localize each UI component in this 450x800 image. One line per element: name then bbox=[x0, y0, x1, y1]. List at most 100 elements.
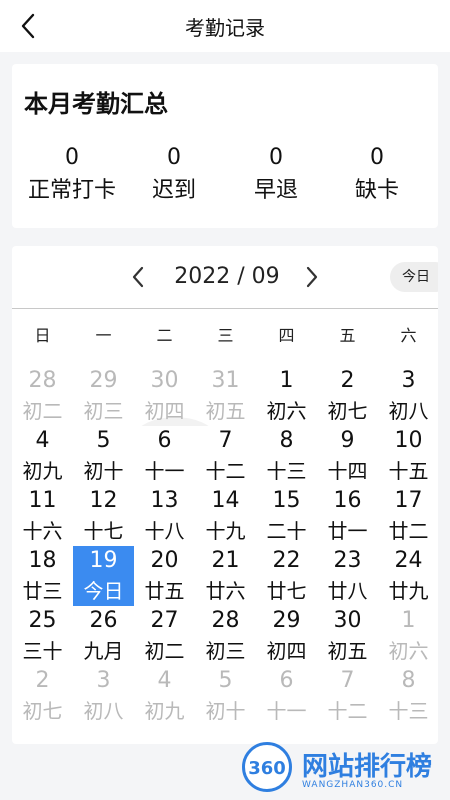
calendar-day[interactable]: 21 廿六 bbox=[195, 546, 256, 606]
calendar-day[interactable]: 5 初十 bbox=[73, 426, 134, 486]
lunar-date: 初七 bbox=[327, 399, 368, 423]
day-number: 27 bbox=[150, 608, 179, 633]
calendar-day[interactable]: 14 十九 bbox=[195, 486, 256, 546]
calendar-day[interactable]: 29 初三 bbox=[73, 366, 134, 426]
logo-brand-text: 网站排行榜 bbox=[302, 752, 433, 782]
lunar-date: 十二 bbox=[205, 459, 246, 483]
back-button[interactable] bbox=[14, 10, 42, 42]
calendar-day[interactable]: 31 初五 bbox=[195, 366, 256, 426]
day-number: 26 bbox=[89, 608, 118, 633]
day-number: 9 bbox=[340, 428, 355, 453]
day-number: 8 bbox=[279, 428, 294, 453]
calendar-day[interactable]: 23 廿八 bbox=[317, 546, 378, 606]
lunar-date: 初八 bbox=[83, 699, 124, 723]
day-number: 1 bbox=[279, 368, 294, 393]
calendar-day[interactable]: 2 初七 bbox=[317, 366, 378, 426]
calendar-day[interactable]: 26 九月 bbox=[73, 606, 134, 666]
calendar-day[interactable]: 4 初九 bbox=[134, 666, 195, 726]
day-number: 6 bbox=[157, 428, 172, 453]
day-number: 10 bbox=[394, 428, 423, 453]
lunar-date: 初六 bbox=[388, 639, 429, 663]
day-number: 31 bbox=[211, 368, 240, 393]
calendar-day[interactable]: 25 三十 bbox=[12, 606, 73, 666]
day-number: 21 bbox=[211, 548, 240, 573]
day-number: 7 bbox=[340, 668, 355, 693]
day-number: 12 bbox=[89, 488, 118, 513]
lunar-date: 十二 bbox=[327, 699, 368, 723]
lunar-date: 十四 bbox=[327, 459, 368, 483]
today-button[interactable]: 今日 bbox=[390, 262, 438, 292]
calendar-day[interactable]: 4 初九 bbox=[12, 426, 73, 486]
weekday-label: 日 bbox=[34, 326, 51, 345]
calendar-day[interactable]: 16 廿一 bbox=[317, 486, 378, 546]
lunar-date: 初二 bbox=[22, 399, 63, 423]
calendar-day[interactable]: 28 初二 bbox=[12, 366, 73, 426]
calendar-day[interactable]: 1 初六 bbox=[378, 606, 438, 666]
lunar-date: 初三 bbox=[83, 399, 124, 423]
calendar-day[interactable]: 9 十四 bbox=[317, 426, 378, 486]
calendar-day[interactable]: 10 十五 bbox=[378, 426, 438, 486]
calendar-day[interactable]: 24 廿九 bbox=[378, 546, 438, 606]
logo-badge: 360 bbox=[242, 742, 292, 792]
day-number: 30 bbox=[150, 368, 179, 393]
day-number: 1 bbox=[401, 608, 416, 633]
calendar-day[interactable]: 17 廿二 bbox=[378, 486, 438, 546]
calendar-day[interactable]: 29 初四 bbox=[256, 606, 317, 666]
lunar-date: 初九 bbox=[144, 699, 185, 723]
calendar-day[interactable]: 30 初五 bbox=[317, 606, 378, 666]
day-number: 28 bbox=[211, 608, 240, 633]
day-number: 15 bbox=[272, 488, 301, 513]
calendar-day[interactable]: 12 十七 bbox=[73, 486, 134, 546]
calendar-day[interactable]: 8 十三 bbox=[378, 666, 438, 726]
day-number: 29 bbox=[272, 608, 301, 633]
calendar-day[interactable]: 6 十一 bbox=[256, 666, 317, 726]
calendar-day[interactable]: 18 廿三 bbox=[12, 546, 73, 606]
calendar-card: 09 2022 / 09 今日 日 一 二 三 四 五 六 28初二29初三30… bbox=[12, 246, 438, 744]
day-number: 22 bbox=[272, 548, 301, 573]
calendar-day[interactable]: 20 廿五 bbox=[134, 546, 195, 606]
lunar-date: 廿八 bbox=[327, 579, 368, 603]
calendar-day[interactable]: 7 十二 bbox=[195, 426, 256, 486]
calendar-day[interactable]: 8 十三 bbox=[256, 426, 317, 486]
weekday-label: 一 bbox=[95, 326, 112, 345]
calendar-day[interactable]: 6 十一 bbox=[134, 426, 195, 486]
day-number: 17 bbox=[394, 488, 423, 513]
day-number: 14 bbox=[211, 488, 240, 513]
day-number: 28 bbox=[28, 368, 57, 393]
stat-missing-punch: 0 缺卡 bbox=[317, 144, 437, 210]
prev-month-button[interactable] bbox=[126, 262, 150, 292]
lunar-date: 廿三 bbox=[22, 579, 63, 603]
lunar-date: 廿九 bbox=[388, 579, 429, 603]
calendar-day[interactable]: 27 初二 bbox=[134, 606, 195, 666]
calendar-day[interactable]: 3 初八 bbox=[378, 366, 438, 426]
calendar-day[interactable]: 11 十六 bbox=[12, 486, 73, 546]
lunar-date: 初八 bbox=[388, 399, 429, 423]
month-label: 2022 / 09 bbox=[174, 264, 280, 289]
calendar-day[interactable]: 30 初四 bbox=[134, 366, 195, 426]
calendar-day[interactable]: 22 廿七 bbox=[256, 546, 317, 606]
summary-heading: 本月考勤汇总 bbox=[24, 90, 168, 118]
calendar-day[interactable]: 7 十二 bbox=[317, 666, 378, 726]
calendar-day[interactable]: 2 初七 bbox=[12, 666, 73, 726]
calendar-day[interactable]: 15 二十 bbox=[256, 486, 317, 546]
day-number: 16 bbox=[333, 488, 362, 513]
lunar-date: 十六 bbox=[22, 519, 63, 543]
day-number: 24 bbox=[394, 548, 423, 573]
calendar-day[interactable]: 5 初十 bbox=[195, 666, 256, 726]
day-number: 25 bbox=[28, 608, 57, 633]
day-number: 30 bbox=[333, 608, 362, 633]
calendar-day[interactable]: 28 初三 bbox=[195, 606, 256, 666]
summary-stats: 0 正常打卡 0 迟到 0 早退 0 缺卡 bbox=[12, 144, 438, 214]
calendar-day[interactable]: 13 十八 bbox=[134, 486, 195, 546]
day-number: 4 bbox=[157, 668, 172, 693]
day-number: 4 bbox=[35, 428, 50, 453]
page-title: 考勤记录 bbox=[185, 15, 265, 40]
calendar-day[interactable]: 3 初八 bbox=[73, 666, 134, 726]
day-number: 18 bbox=[28, 548, 57, 573]
day-number: 7 bbox=[218, 428, 233, 453]
calendar-day[interactable]: 1 初六 bbox=[256, 366, 317, 426]
weekday-label: 六 bbox=[400, 326, 417, 345]
next-month-button[interactable] bbox=[300, 262, 324, 292]
chevron-right-icon bbox=[306, 266, 318, 288]
calendar-day-selected[interactable]: 19 今日 bbox=[73, 546, 134, 606]
